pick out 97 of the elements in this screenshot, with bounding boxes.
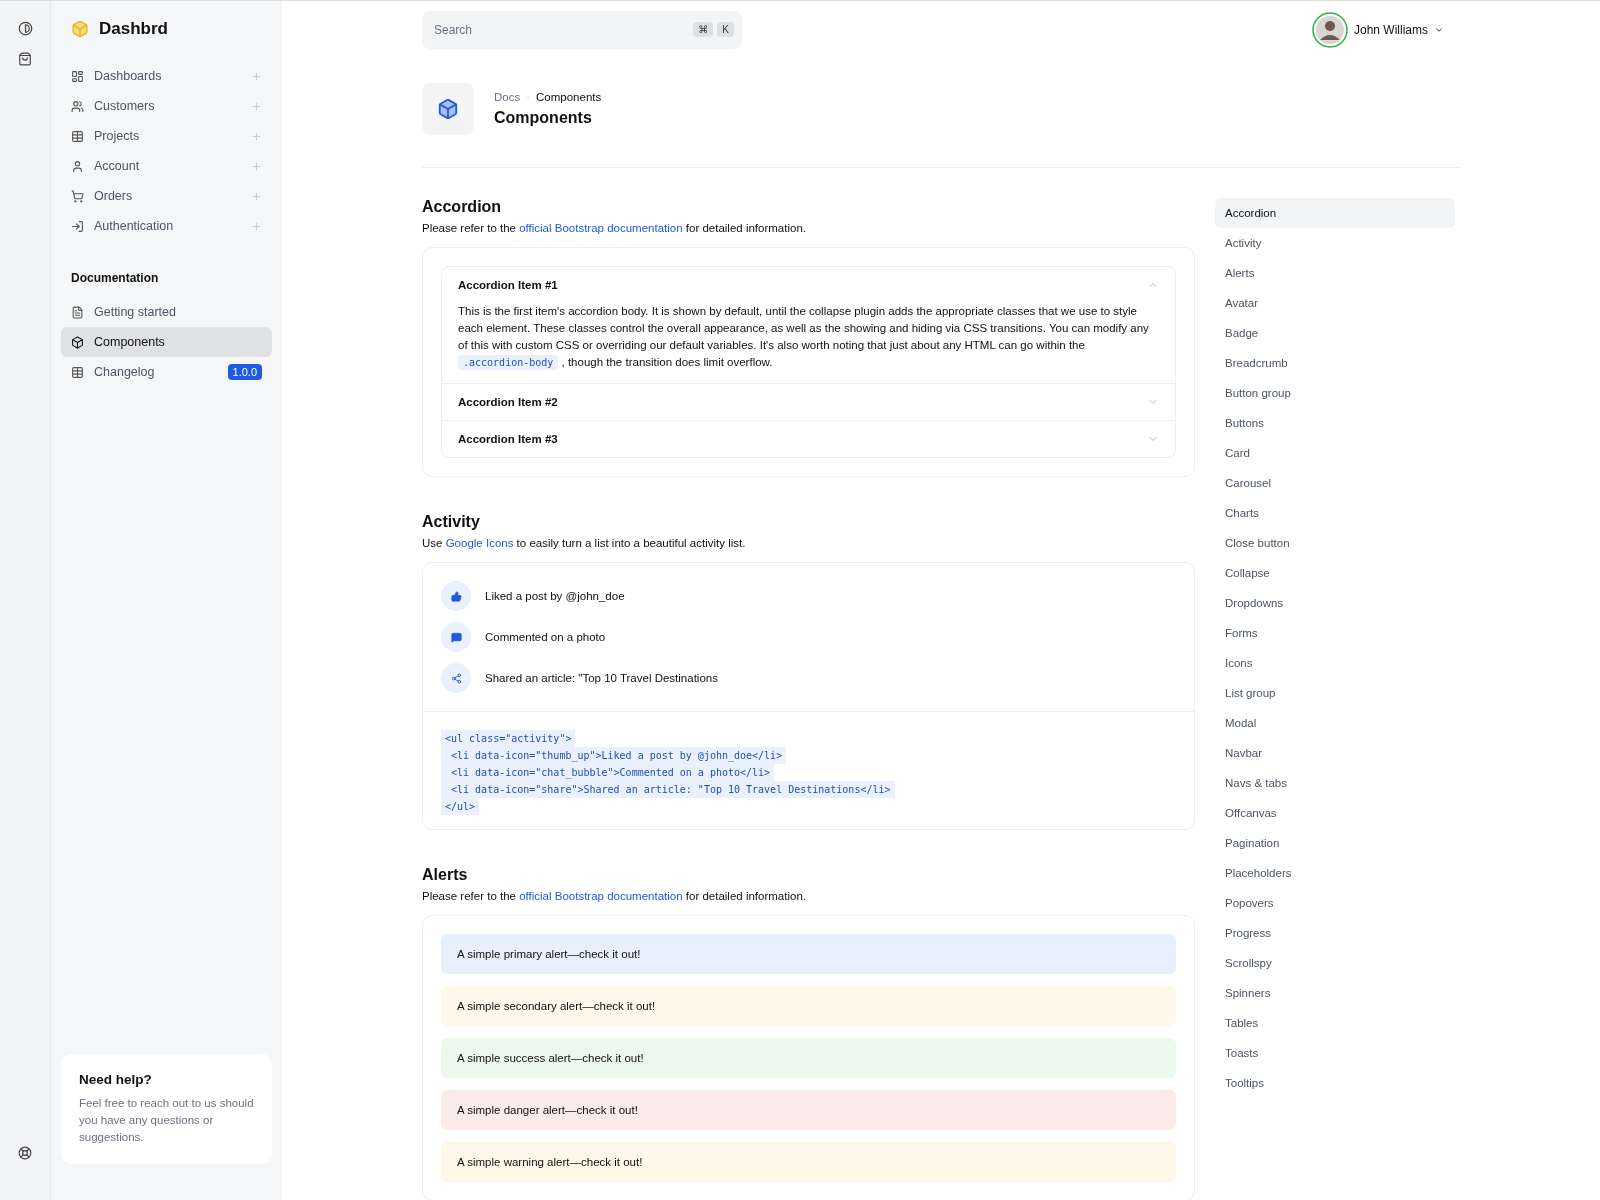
section-intro: Please refer to the official Bootstrap documentation for detailed information. [422,222,807,234]
toc-link[interactable]: Collapse [1215,558,1455,588]
alert: A simple warning alert—check it out! [441,1142,1176,1182]
shortcut-key: ⌘ [693,22,714,37]
path-link[interactable]: Components [536,91,602,103]
cart-icon [71,189,84,203]
users-icon [71,99,84,113]
toc-link[interactable]: Avatar [1215,288,1455,318]
toc-link[interactable]: Popovers [1215,888,1455,918]
share-icon [441,663,471,693]
plus-icon [251,220,262,232]
accordion-header[interactable]: Accordion Item #1 [442,267,1175,303]
cube-icon [437,98,459,120]
toc-link[interactable]: Charts [1215,498,1455,528]
accordion-body: This is the first item's accordion body. It is shown by default, until the collapse plugin adds the appropriate classes that we use to style each element. These classes control the overall appearance, as well as the showing and hiding via CSS transitions. You can modify any of this with custom CSS or overriding our default variables. It's also worth noting that just about any HTML can go within the .accordion-body , though the transition does limit overflow. [457,304,1150,372]
toc-link[interactable]: Toasts [1215,1038,1455,1068]
plus-icon [251,70,262,82]
dashboard-icon [71,69,84,83]
reference-link[interactable]: official Bootstrap documentation [519,890,683,902]
toc-link[interactable]: Modal [1215,708,1455,738]
contrast-icon[interactable] [17,21,33,36]
toc-link[interactable]: Alerts [1215,258,1455,288]
plus-icon [251,190,262,202]
alert: A simple success alert—check it out! [441,1038,1176,1078]
toc-link[interactable]: Card [1215,438,1455,468]
version-badge: 1.0.0 [227,364,262,380]
chat-icon [441,622,471,652]
toc-link[interactable]: Tooltips [1215,1068,1455,1098]
toc-link[interactable]: Offcanvas [1215,798,1455,828]
help-icon[interactable] [18,1146,32,1160]
thumbs-up-icon [441,581,471,611]
plus-icon [251,100,262,112]
toc-link[interactable]: Tables [1215,1008,1455,1038]
activity-text: Commented on a photo [485,631,606,643]
section-title: Activity [422,513,481,531]
table-icon [71,129,84,143]
section-intro: Use Google Icons to easily turn a list into a beautiful activity list. [422,537,747,549]
path-separator: · [526,91,531,103]
alert: A simple primary alert—check it out! [441,934,1176,974]
toc-link[interactable]: Dropdowns [1215,588,1455,618]
nav-item[interactable]: Projects [61,121,272,151]
toc-link[interactable]: List group [1215,678,1455,708]
toc-link[interactable]: Navs & tabs [1215,768,1455,798]
section-title: Alerts [422,866,469,884]
alert: A simple danger alert—check it out! [441,1090,1176,1130]
avatar-icon [1312,12,1348,48]
nav-item[interactable]: Customers [61,91,272,121]
toc-link[interactable]: Navbar [1215,738,1455,768]
toc-link[interactable]: Progress [1215,918,1455,948]
nav-item[interactable]: Orders [61,181,272,211]
toc-link[interactable]: Breadcrumb [1215,348,1455,378]
reference-link[interactable]: official Bootstrap documentation [519,222,683,234]
user-icon [71,159,84,173]
nav-item[interactable]: Account [61,151,272,181]
toc-link[interactable]: Icons [1215,648,1455,678]
toc-link[interactable]: Forms [1215,618,1455,648]
toc-link[interactable]: Badge [1215,318,1455,348]
nav-item[interactable]: Getting started [61,297,272,327]
user-menu[interactable]: John Williams [1306,11,1450,49]
table-icon [71,365,84,379]
toc-link[interactable]: Button group [1215,378,1455,408]
nav-item[interactable]: Authentication [61,211,272,241]
nav-item[interactable]: Dashboards [61,61,272,91]
logo-icon [71,20,89,38]
toc-link[interactable]: Spinners [1215,978,1455,1008]
toc-link[interactable]: Activity [1215,228,1455,258]
accordion-header[interactable]: Accordion Item #3 [442,421,1175,457]
toc-link[interactable]: Placeholders [1215,858,1455,888]
activity-text: Liked a post by @john_doe [485,590,625,602]
reference-link[interactable]: Google Icons [445,537,514,549]
login-icon [71,219,84,233]
cube-icon [71,335,84,349]
section-title: Accordion [422,198,503,216]
plus-icon [251,160,262,172]
toc-link[interactable]: Accordion [1215,198,1455,228]
brand-name: Dashbrd [99,19,168,39]
toc-link[interactable]: Carousel [1215,468,1455,498]
alert: A simple secondary alert—check it out! [441,986,1176,1026]
toc-link[interactable]: Close button [1215,528,1455,558]
nav-item[interactable]: Components [61,327,272,357]
caret-icon [1434,25,1444,35]
document-icon [71,305,84,319]
path-link[interactable]: Docs [494,91,521,103]
page-title: Components [494,109,593,127]
plus-icon [251,130,262,142]
toc-link[interactable]: Pagination [1215,828,1455,858]
toc-link[interactable]: Buttons [1215,408,1455,438]
help-title: Need help? [79,1072,153,1087]
section-heading: Documentation [70,271,160,285]
bag-icon[interactable] [18,52,32,66]
activity-text: Shared an article: "Top 10 Travel Destinations [485,672,718,684]
help-text: Feel free to reach out to us should you have any questions or suggestions. [79,1096,254,1145]
shortcut-key: K [717,22,734,37]
nav-item[interactable]: Changelog 1.0.0 [61,357,272,387]
section-intro: Please refer to the official Bootstrap documentation for detailed information. [422,890,807,902]
accordion-header[interactable]: Accordion Item #2 [442,384,1175,420]
toc-link[interactable]: Scrollspy [1215,948,1455,978]
